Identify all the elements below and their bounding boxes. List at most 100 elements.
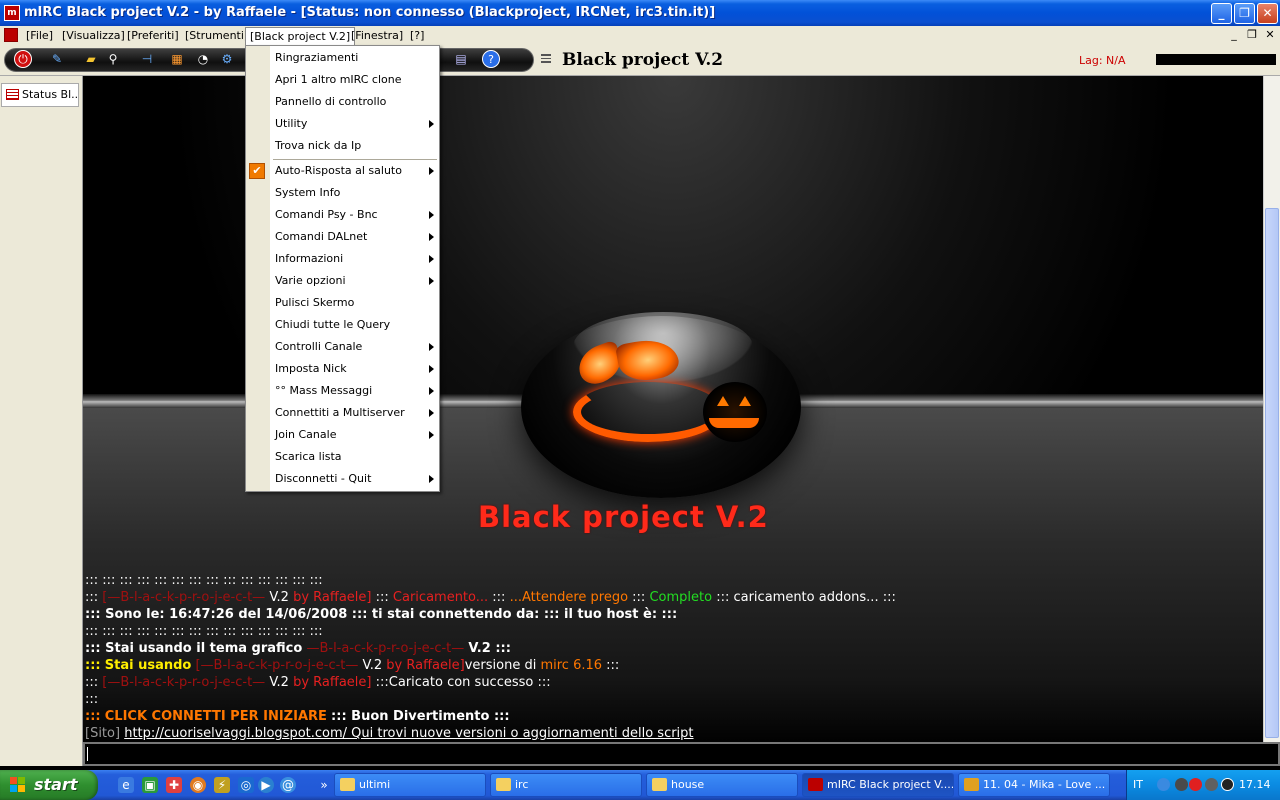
- menu-bar: [File] [Visualizza] [Preferiti] [Strumen…: [0, 26, 1280, 46]
- menu-item-join-canale[interactable]: Join Canale: [246, 424, 439, 446]
- window-list-icon[interactable]: ▤: [452, 50, 470, 68]
- network-icon[interactable]: [1157, 778, 1170, 791]
- menu-item-ringraziamenti[interactable]: Ringraziamenti: [246, 47, 439, 69]
- start-button[interactable]: start: [0, 770, 98, 800]
- menu-item-pulisci[interactable]: Pulisci Skermo: [246, 292, 439, 314]
- submenu-arrow-icon: [429, 211, 434, 219]
- folder-icon: [340, 778, 355, 791]
- dsl-icon[interactable]: [1221, 778, 1234, 791]
- taskbar-item-house[interactable]: house: [646, 773, 798, 797]
- menu-item-trova-nick[interactable]: Trova nick da Ip: [246, 135, 439, 157]
- pumpkin-mouth: [709, 418, 759, 428]
- menu-visualizza[interactable]: [Visualizza]: [58, 28, 129, 43]
- window-title: mIRC Black project V.2 - by Raffaele - […: [24, 5, 716, 20]
- power-icon[interactable]: ⏻: [14, 50, 32, 68]
- site-link[interactable]: http://cuoriselvaggi.blogspot.com/ Qui t…: [124, 726, 693, 741]
- firefox-icon[interactable]: ◉: [190, 777, 206, 793]
- help-icon[interactable]: ?: [482, 50, 500, 68]
- mdi-close-button[interactable]: ✕: [1262, 28, 1278, 42]
- taskbar-item-irc[interactable]: irc: [490, 773, 642, 797]
- menu-item-comandi-psy[interactable]: Comandi Psy - Bnc: [246, 204, 439, 226]
- folder-icon: [496, 778, 511, 791]
- taskbar-item-ultimi[interactable]: ultimi: [334, 773, 486, 797]
- menu-item-controlli-canale[interactable]: Controlli Canale: [246, 336, 439, 358]
- menu-item-system-info[interactable]: System Info: [246, 182, 439, 204]
- antivirus-icon[interactable]: [1175, 778, 1188, 791]
- clock[interactable]: 17.14: [1239, 778, 1271, 791]
- address-book-icon[interactable]: ▦: [168, 50, 186, 68]
- log-line: ::: ::: ::: ::: ::: ::: ::: ::: ::: ::: …: [85, 624, 323, 639]
- menu-item-utility[interactable]: Utility: [246, 113, 439, 135]
- logo-pumpkin-icon: [703, 382, 767, 442]
- mirc-icon: [808, 778, 823, 791]
- status-log[interactable]: ::: ::: ::: ::: ::: ::: ::: ::: ::: ::: …: [85, 572, 1255, 742]
- menu-item-chiudi-query[interactable]: Chiudi tutte le Query: [246, 314, 439, 336]
- mirc-app-icon[interactable]: m: [4, 5, 20, 21]
- menu-finestra[interactable]: [Finestra]: [347, 28, 407, 43]
- logo-text: Black project V.2: [478, 500, 769, 534]
- submenu-arrow-icon: [429, 365, 434, 373]
- menu-item-informazioni[interactable]: Informazioni: [246, 248, 439, 270]
- menu-item-apri-clone[interactable]: Apri 1 altro mIRC clone: [246, 69, 439, 91]
- minimize-button[interactable]: _: [1211, 3, 1232, 24]
- menu-item-auto-risposta[interactable]: ✔ Auto-Risposta al saluto: [246, 160, 439, 182]
- language-indicator[interactable]: IT: [1133, 778, 1143, 791]
- taskbar-item-mirc[interactable]: mIRC Black project V....: [802, 773, 954, 797]
- submenu-arrow-icon: [429, 120, 434, 128]
- browser-icon[interactable]: @: [280, 777, 296, 793]
- menu-black-project[interactable]: [Black project V.2]: [245, 27, 356, 45]
- toolbar: ⏻ ✎ ▰ ⚲ ⊣ ▦ ◔ ⚙ ▤ ? Black project V.2 La…: [0, 45, 1280, 76]
- winamp-icon: [964, 778, 979, 791]
- media-player-icon[interactable]: ▶: [258, 777, 274, 793]
- command-input[interactable]: [83, 742, 1280, 766]
- switchbar-status-window[interactable]: Status Bl...: [1, 83, 79, 107]
- submenu-arrow-icon: [429, 255, 434, 263]
- outlook-icon[interactable]: ◎: [238, 777, 254, 793]
- media-icon[interactable]: ▣: [142, 777, 158, 793]
- ie-icon[interactable]: e: [118, 777, 134, 793]
- submenu-arrow-icon: [429, 343, 434, 351]
- menu-item-scarica-lista[interactable]: Scarica lista: [246, 446, 439, 468]
- toolbar-grip[interactable]: [541, 54, 551, 63]
- maximize-button[interactable]: ❐: [1234, 3, 1255, 24]
- mdi-minimize-button[interactable]: _: [1226, 28, 1242, 42]
- mdi-restore-button[interactable]: ❐: [1244, 28, 1260, 42]
- vertical-scrollbar[interactable]: [1263, 76, 1280, 742]
- black-project-menu: Ringraziamenti Apri 1 altro mIRC clone P…: [245, 45, 440, 492]
- search-icon[interactable]: ⚲: [104, 50, 122, 68]
- record-icon[interactable]: [1189, 778, 1202, 791]
- status-window-icon[interactable]: [4, 28, 18, 42]
- log-line: ::: ::: ::: ::: ::: ::: ::: ::: ::: ::: …: [85, 573, 323, 588]
- submenu-arrow-icon: [429, 475, 434, 483]
- switchbar-status-label: Status Bl...: [22, 88, 79, 101]
- menu-strumenti[interactable]: [Strumenti]: [181, 28, 252, 43]
- menu-item-imposta-nick[interactable]: Imposta Nick: [246, 358, 439, 380]
- speaker-icon[interactable]: [1205, 778, 1218, 791]
- quicklaunch-expand-icon[interactable]: »: [316, 777, 332, 793]
- menu-item-multiserver[interactable]: Connettiti a Multiserver: [246, 402, 439, 424]
- menu-item-disconnetti[interactable]: Disconnetti - Quit: [246, 468, 439, 490]
- menu-item-varie-opzioni[interactable]: Varie opzioni: [246, 270, 439, 292]
- title-bar[interactable]: m mIRC Black project V.2 - by Raffaele -…: [0, 0, 1280, 26]
- submenu-arrow-icon: [429, 409, 434, 417]
- menu-preferiti[interactable]: [Preferiti]: [123, 28, 183, 43]
- status-window-icon: [6, 89, 19, 100]
- menu-item-comandi-dalnet[interactable]: Comandi DALnet: [246, 226, 439, 248]
- menu-item-mass-messaggi[interactable]: °° Mass Messaggi: [246, 380, 439, 402]
- close-button[interactable]: ✕: [1257, 3, 1278, 24]
- winamp-icon[interactable]: ⚡: [214, 777, 230, 793]
- taskbar-item-music[interactable]: 11. 04 - Mika - Love ...: [958, 773, 1110, 797]
- logo-swirl: [573, 382, 723, 442]
- start-label: start: [34, 775, 78, 794]
- options-icon[interactable]: ⚙: [218, 50, 236, 68]
- menu-item-pannello[interactable]: Pannello di controllo: [246, 91, 439, 113]
- timer-icon[interactable]: ◔: [194, 50, 212, 68]
- scrollbar-thumb[interactable]: [1265, 208, 1279, 738]
- folder-icon[interactable]: ▰: [82, 50, 100, 68]
- menu-file[interactable]: [File]: [22, 28, 57, 43]
- connect-icon[interactable]: ✎: [48, 50, 66, 68]
- log-line: ::: [—B-l-a-c-k-p-r-o-j-e-c-t— V.2 by Ra…: [85, 590, 896, 605]
- channel-icon[interactable]: ⊣: [138, 50, 156, 68]
- menu-help[interactable]: [?]: [406, 28, 428, 43]
- msn-icon[interactable]: ✚: [166, 777, 182, 793]
